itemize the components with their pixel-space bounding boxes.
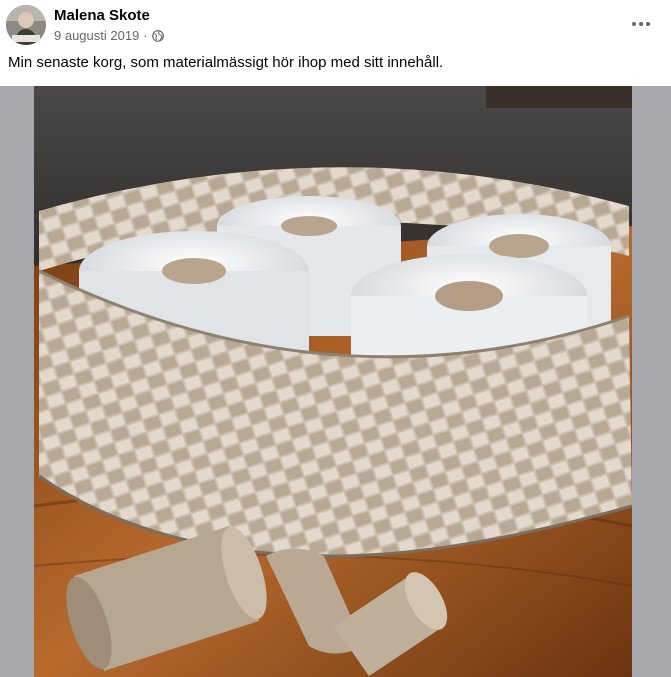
basket-photo[interactable] [34, 86, 632, 677]
post-media[interactable] [0, 86, 671, 677]
post-date[interactable]: 9 augusti 2019 [54, 28, 139, 43]
globe-icon [151, 29, 164, 42]
avatar[interactable] [6, 5, 46, 45]
author-name[interactable]: Malena Skote [54, 7, 150, 24]
post-meta: 9 augusti 2019 · [54, 28, 164, 43]
more-options-button[interactable] [629, 12, 653, 36]
post-header: Malena Skote 9 augusti 2019 · [0, 0, 671, 50]
post-text: Min senaste korg, som materialmässigt hö… [8, 54, 444, 71]
meta-separator: · [143, 28, 148, 43]
avatar-image [6, 5, 46, 45]
more-horizontal-icon [632, 22, 650, 26]
